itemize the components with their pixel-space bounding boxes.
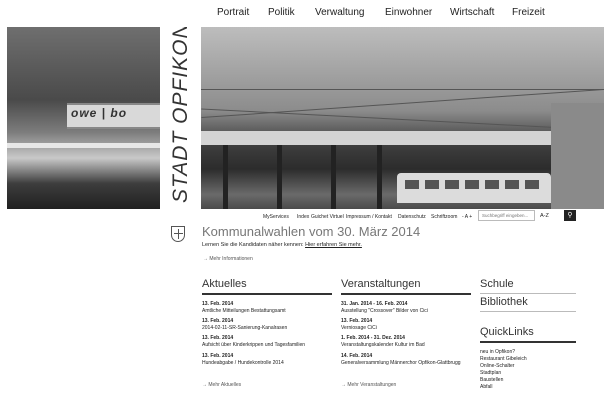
event-item[interactable]: 31. Jan. 2014 - 16. Feb. 2014 Ausstellung… [341,301,428,315]
train-window [425,180,439,189]
photo-wire [201,108,604,131]
subline-link[interactable]: Hier erfahren Sie mehr. [305,242,362,248]
more-veranstaltungen-link[interactable]: → Mehr Veranstaltungen [341,382,396,388]
news-title: Aufsicht über Kinderkrippen und Tagesfam… [202,342,306,348]
aktuelles-rule [202,293,332,295]
news-date: 13. Feb. 2014 [202,353,234,359]
quicklink-item[interactable]: Baustellen [480,377,503,383]
train-window [505,180,519,189]
train-window [465,180,479,189]
quicklinks-heading: QuickLinks [480,326,534,338]
event-date: 31. Jan. 2014 - 16. Feb. 2014 [341,301,408,307]
search-input[interactable] [478,210,535,221]
utility-link-myservices[interactable]: MyServices [263,214,289,220]
schule-link[interactable]: Schule [480,278,514,290]
event-date: 1. Feb. 2014 - 31. Dez. 2014 [341,335,405,341]
news-item[interactable]: 13. Feb. 2014 Aufsicht über Kinderkrippen… [202,335,305,349]
more-aktuelles-label: Mehr Aktuelles [208,382,242,388]
utility-link-index[interactable]: Index [297,214,309,220]
veranstaltungen-rule [341,293,471,295]
news-date: 13. Feb. 2014 [202,335,234,341]
aktuelles-heading[interactable]: Aktuelles [202,278,247,290]
search-button[interactable]: ⚲ [564,210,576,221]
photo-pillar [277,145,282,209]
news-date: 13. Feb. 2014 [202,301,234,307]
more-veranstaltungen-label: Mehr Veranstaltungen [347,382,397,388]
train-window [445,180,459,189]
nav-item-freizeit[interactable]: Freizeit [512,7,545,18]
news-item[interactable]: 13. Feb. 2014 Amtliche Mitteilungen Besta… [202,301,286,315]
main-navigation: Portrait Politik Verwaltung Einwohner Wi… [0,0,604,24]
search-icon: ⚲ [567,212,573,219]
font-zoom-control[interactable]: - A + [462,214,472,220]
event-date: 13. Feb. 2014 [341,318,373,324]
bibliothek-rule [480,311,576,312]
quicklink-item[interactable]: Online-Schalter [480,363,514,369]
train-window [525,180,539,189]
event-title: Ausstellung "Crossover" Bilder von Cici [341,308,428,314]
event-item[interactable]: 14. Feb. 2014 Generalversammlung Männerch… [341,353,461,367]
event-title: Generalversammlung Männerchor Opfikon-Gl… [341,360,461,366]
photo-station-roof [201,131,604,145]
utility-link-datenschutz[interactable]: Datenschutz [398,214,426,220]
news-title: Amtliche Mitteilungen Bestattungsamt [202,308,286,314]
headline-subtext: Lernen Sie die Kandidaten näher kennen: … [202,242,362,248]
photo-train [397,173,551,203]
quicklink-item[interactable]: Stadtplan [480,370,501,376]
utility-link-schriftzoom[interactable]: Schriftzoom [431,214,457,220]
nav-item-einwohner[interactable]: Einwohner [385,7,432,18]
photo-pillar [377,145,382,209]
schule-rule [480,293,576,294]
event-title: Veranstaltungskalender Kultur im Bad [341,342,425,348]
photo-pillar [331,145,336,209]
event-item[interactable]: 1. Feb. 2014 - 31. Dez. 2014 Veranstaltun… [341,335,425,349]
nav-item-portrait[interactable]: Portrait [217,7,249,18]
more-aktuelles-link[interactable]: → Mehr Aktuelles [202,382,241,388]
event-item[interactable]: 13. Feb. 2014 Verniosage CiCi [341,318,377,332]
quicklink-item[interactable]: Abfall [480,384,493,390]
photo-building [551,103,604,209]
bibliothek-link[interactable]: Bibliothek [480,296,528,308]
quicklink-item[interactable]: Restaurant Gibeleich [480,356,527,362]
photo-beam [7,143,160,148]
photo-wire [201,88,604,119]
site-logo[interactable]: STADT OPFIKON [161,27,199,209]
news-item[interactable]: 13. Feb. 2014 2014-02-11-SR-Sanierung-Kan… [202,318,287,332]
veranstaltungen-heading[interactable]: Veranstaltungen [341,278,421,290]
nav-item-verwaltung[interactable]: Verwaltung [315,7,364,18]
photo-wire [201,89,604,90]
event-date: 14. Feb. 2014 [341,353,373,359]
coat-of-arms-icon [171,226,185,242]
header-photo-right [201,27,604,209]
az-index-dropdown[interactable]: A-Z [540,213,549,219]
news-item[interactable]: 13. Feb. 2014 Hundeabgabe / Hundekontroll… [202,353,284,367]
quicklink-item[interactable]: neu in Opfikon? [480,349,515,355]
site-logo-text: STADT OPFIKON [169,27,192,203]
train-window [405,180,419,189]
page-headline: Kommunalwahlen vom 30. März 2014 [202,224,421,239]
photo-pillar [223,145,228,209]
photo-sign-text: owe | bo [71,106,128,120]
news-title: Hundeabgabe / Hundekontrolle 2014 [202,360,284,366]
subline-text: Lernen Sie die Kandidaten näher kennen: [202,242,304,248]
header-photo-left: owe | bo [7,27,160,209]
nav-item-politik[interactable]: Politik [268,7,295,18]
more-info-link[interactable]: → Mehr Informationen [203,256,253,262]
utility-link-impressum[interactable]: Impressum / Kontakt [346,214,392,220]
train-window [485,180,499,189]
more-info-label: Mehr Informationen [209,256,253,262]
news-date: 13. Feb. 2014 [202,318,234,324]
quicklinks-rule [480,341,576,343]
news-title: 2014-02-11-SR-Sanierung-Kanalrasen [202,325,288,331]
utility-link-guichet[interactable]: Guichet Virtuel [311,214,344,220]
event-title: Verniosage CiCi [341,325,377,331]
nav-item-wirtschaft[interactable]: Wirtschaft [450,7,494,18]
